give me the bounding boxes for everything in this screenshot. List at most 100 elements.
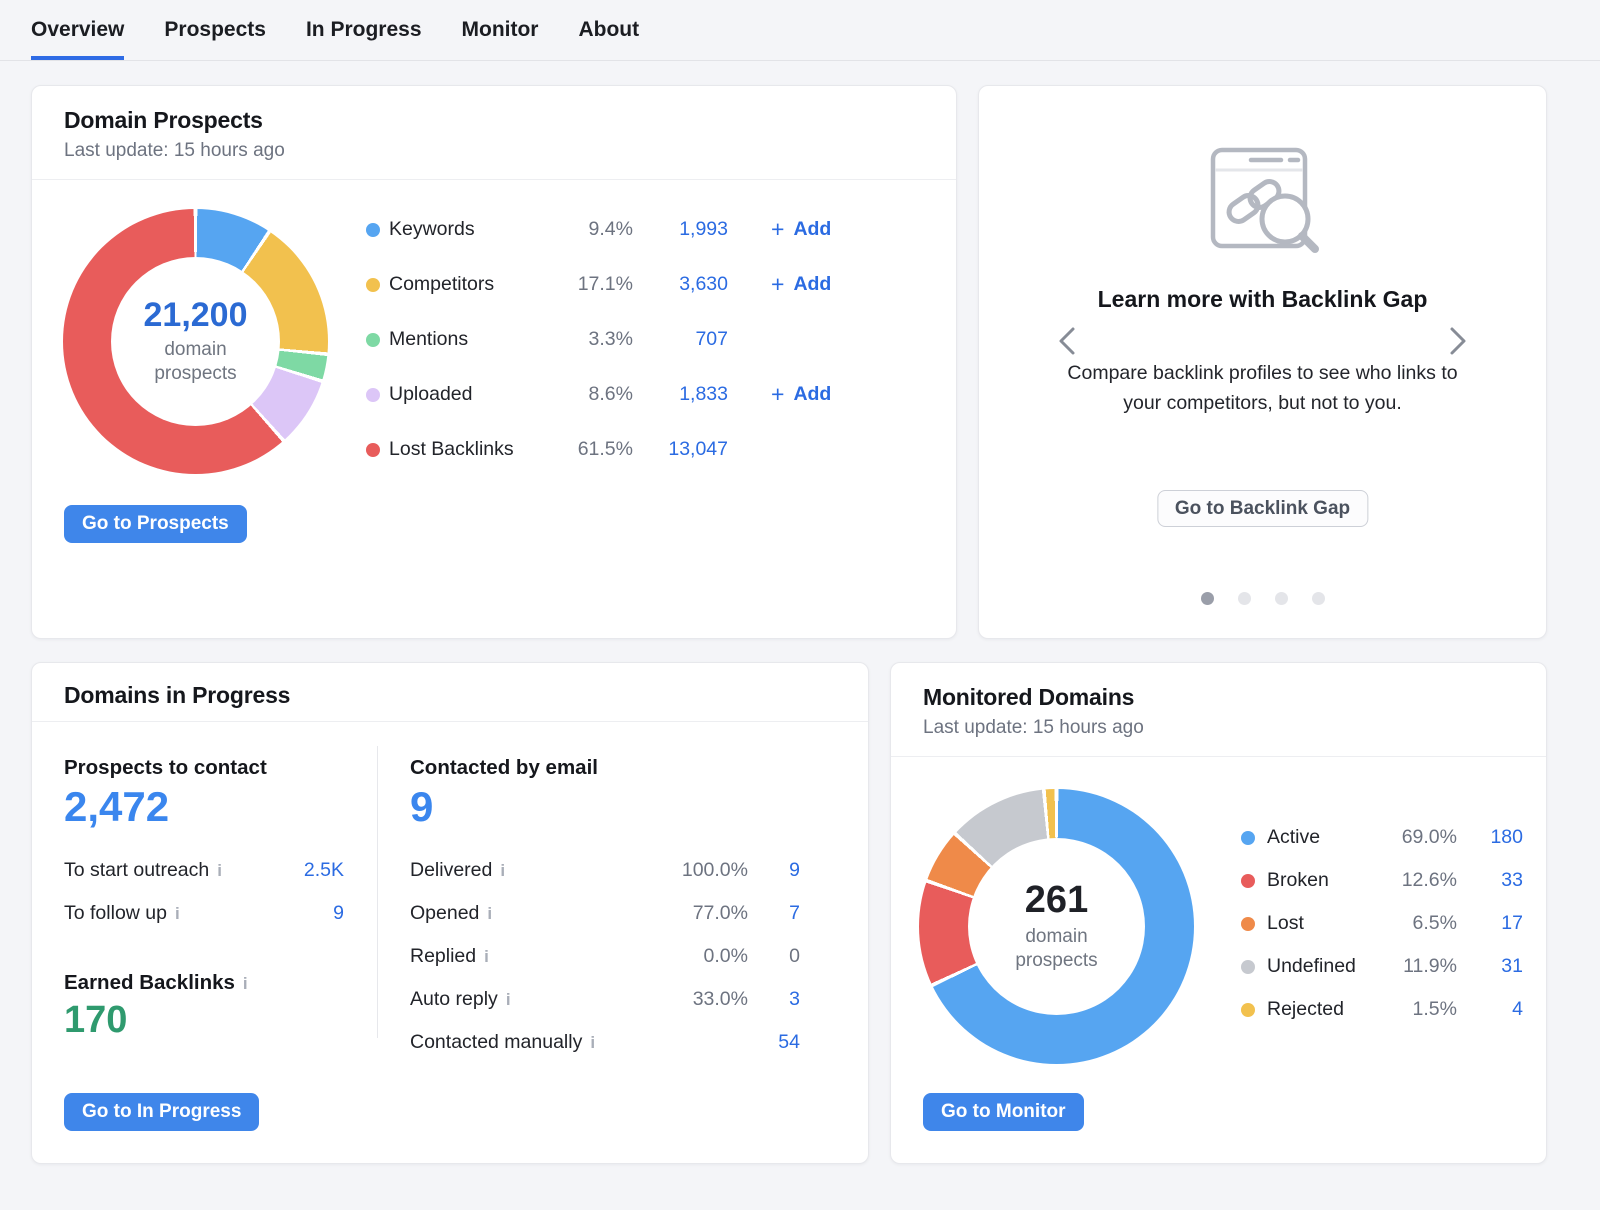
- domains-in-progress-header: Domains in Progress: [32, 663, 868, 722]
- go-to-monitor-button[interactable]: Go to Monitor: [923, 1093, 1084, 1131]
- legend-color-dot: [366, 388, 380, 402]
- domain-prospects-card: Domain Prospects Last update: 15 hours a…: [31, 85, 957, 639]
- legend-percent: 9.4%: [549, 218, 633, 241]
- info-icon[interactable]: i: [175, 904, 180, 924]
- legend-row-lost-backlinks: Lost Backlinks61.5%13,047: [366, 422, 831, 477]
- contacted-by-email-value: 9: [410, 783, 433, 831]
- stat-row-replied: Repliedi0.0%0: [410, 935, 800, 978]
- stat-value-link[interactable]: 54: [748, 1031, 800, 1054]
- tab-bar: Overview Prospects In Progress Monitor About: [0, 0, 1600, 61]
- info-icon[interactable]: i: [500, 861, 505, 881]
- tab-overview[interactable]: Overview: [31, 0, 124, 60]
- legend-value-link[interactable]: 1,833: [633, 383, 728, 406]
- legend-color-dot: [1241, 874, 1255, 888]
- legend-row-lost: Lost6.5%17: [1241, 902, 1523, 945]
- carousel-dot-4[interactable]: [1312, 592, 1325, 605]
- legend-label: Undefined: [1267, 955, 1379, 978]
- legend-value-link[interactable]: 13,047: [633, 438, 728, 461]
- legend-label: Broken: [1267, 869, 1379, 892]
- legend-value-link[interactable]: 707: [633, 328, 728, 351]
- donut-center-value: 261: [1025, 880, 1088, 922]
- info-icon[interactable]: i: [243, 974, 248, 993]
- legend-label: Competitors: [389, 273, 549, 296]
- plus-icon: +: [771, 273, 784, 296]
- carousel-next-button[interactable]: [1440, 324, 1474, 358]
- carousel-dot-1[interactable]: [1201, 592, 1214, 605]
- stat-label: Replied i: [410, 945, 653, 968]
- info-icon[interactable]: i: [484, 947, 489, 967]
- legend-value-link[interactable]: 17: [1457, 912, 1523, 935]
- add-label: Add: [793, 218, 831, 241]
- monitored-domains-legend: Active69.0%180Broken12.6%33Lost6.5%17Und…: [1241, 816, 1523, 1031]
- earned-backlinks-label-text: Earned Backlinks: [64, 971, 235, 994]
- legend-color-dot: [366, 278, 380, 292]
- legend-color-dot: [1241, 831, 1255, 845]
- legend-color-dot: [1241, 960, 1255, 974]
- domain-prospects-title: Domain Prospects: [64, 106, 924, 134]
- page: Overview Prospects In Progress Monitor About…: [0, 0, 1600, 1210]
- prospects-to-contact-label: Prospects to contact: [64, 756, 267, 780]
- go-to-in-progress-button[interactable]: Go to In Progress: [64, 1093, 259, 1131]
- carousel-dot-3[interactable]: [1275, 592, 1288, 605]
- legend-row-mentions: Mentions3.3%707: [366, 312, 831, 367]
- legend-color-dot: [1241, 1003, 1255, 1017]
- stat-percent: 100.0%: [653, 859, 748, 882]
- stat-row-opened: Openedi77.0%7: [410, 892, 800, 935]
- monitored-domains-card: Monitored Domains Last update: 15 hours …: [890, 662, 1547, 1164]
- chevron-right-icon: [1442, 324, 1472, 358]
- plus-icon: +: [771, 383, 784, 406]
- tab-about[interactable]: About: [578, 0, 639, 60]
- stat-percent: 0.0%: [653, 945, 748, 968]
- add-uploaded-link[interactable]: +Add: [771, 383, 831, 406]
- domain-prospects-donut-chart: 21,200 domain prospects: [63, 209, 328, 474]
- legend-value-link[interactable]: 31: [1457, 955, 1523, 978]
- legend-value-link[interactable]: 4: [1457, 998, 1523, 1021]
- stat-percent: 77.0%: [653, 902, 748, 925]
- domain-prospects-last-update: Last update: 15 hours ago: [64, 139, 924, 163]
- stat-row-auto-reply: Auto replyi33.0%3: [410, 978, 800, 1021]
- info-icon[interactable]: i: [590, 1033, 595, 1053]
- go-to-prospects-button[interactable]: Go to Prospects: [64, 505, 247, 543]
- stat-label-text: Replied: [410, 945, 476, 968]
- legend-row-active: Active69.0%180: [1241, 816, 1523, 859]
- legend-percent: 12.6%: [1379, 869, 1457, 892]
- go-to-backlink-gap-button[interactable]: Go to Backlink Gap: [1157, 490, 1368, 527]
- tab-in-progress[interactable]: In Progress: [306, 0, 422, 60]
- stat-label: To start outreachi: [64, 859, 304, 882]
- legend-label: Active: [1267, 826, 1379, 849]
- stat-value-link[interactable]: 3: [748, 988, 800, 1011]
- add-competitors-link[interactable]: + Add: [771, 273, 831, 296]
- tab-prospects[interactable]: Prospects: [164, 0, 266, 60]
- legend-value-link[interactable]: 180: [1457, 826, 1523, 849]
- info-icon[interactable]: i: [217, 861, 222, 881]
- stat-value-link[interactable]: 2.5K: [304, 859, 344, 882]
- monitored-domains-donut-chart: 261 domain prospects: [919, 789, 1194, 1064]
- carousel-dot-2[interactable]: [1238, 592, 1251, 605]
- legend-color-dot: [366, 223, 380, 237]
- stat-row-to-follow-up: To follow upi9: [64, 892, 344, 935]
- email-stats-list: Deliveredi100.0%9Openedi77.0%7Repliedi0.…: [410, 849, 800, 1064]
- stat-value-link[interactable]: 7: [748, 902, 800, 925]
- legend-row-undefined: Undefined11.9%31: [1241, 945, 1523, 988]
- add-keywords-link[interactable]: +Add: [771, 218, 831, 241]
- contact-stats-list: To start outreachi2.5KTo follow upi9: [64, 849, 344, 935]
- add-label: Add: [793, 273, 831, 296]
- earned-backlinks-label: Earned Backlinks i: [64, 971, 248, 995]
- tab-monitor[interactable]: Monitor: [462, 0, 539, 60]
- legend-color-dot: [366, 333, 380, 347]
- info-icon[interactable]: i: [487, 904, 492, 924]
- donut-center-label: domain prospects: [134, 338, 258, 386]
- prospects-to-contact-value: 2,472: [64, 783, 169, 831]
- legend-percent: 17.1%: [549, 273, 633, 296]
- info-icon[interactable]: i: [506, 990, 511, 1010]
- donut-hole: 21,200 domain prospects: [111, 257, 280, 426]
- legend-value-link[interactable]: 33: [1457, 869, 1523, 892]
- stat-label-text: Auto reply: [410, 988, 498, 1011]
- donut-center-label: domain prospects: [995, 925, 1119, 973]
- legend-value-link[interactable]: 1,993: [633, 218, 728, 241]
- stat-value-link[interactable]: 9: [333, 902, 344, 925]
- legend-row-rejected: Rejected1.5%4: [1241, 988, 1523, 1031]
- carousel-prev-button[interactable]: [1051, 324, 1085, 358]
- legend-value-link[interactable]: 3,630: [633, 273, 728, 296]
- stat-value-link[interactable]: 9: [748, 859, 800, 882]
